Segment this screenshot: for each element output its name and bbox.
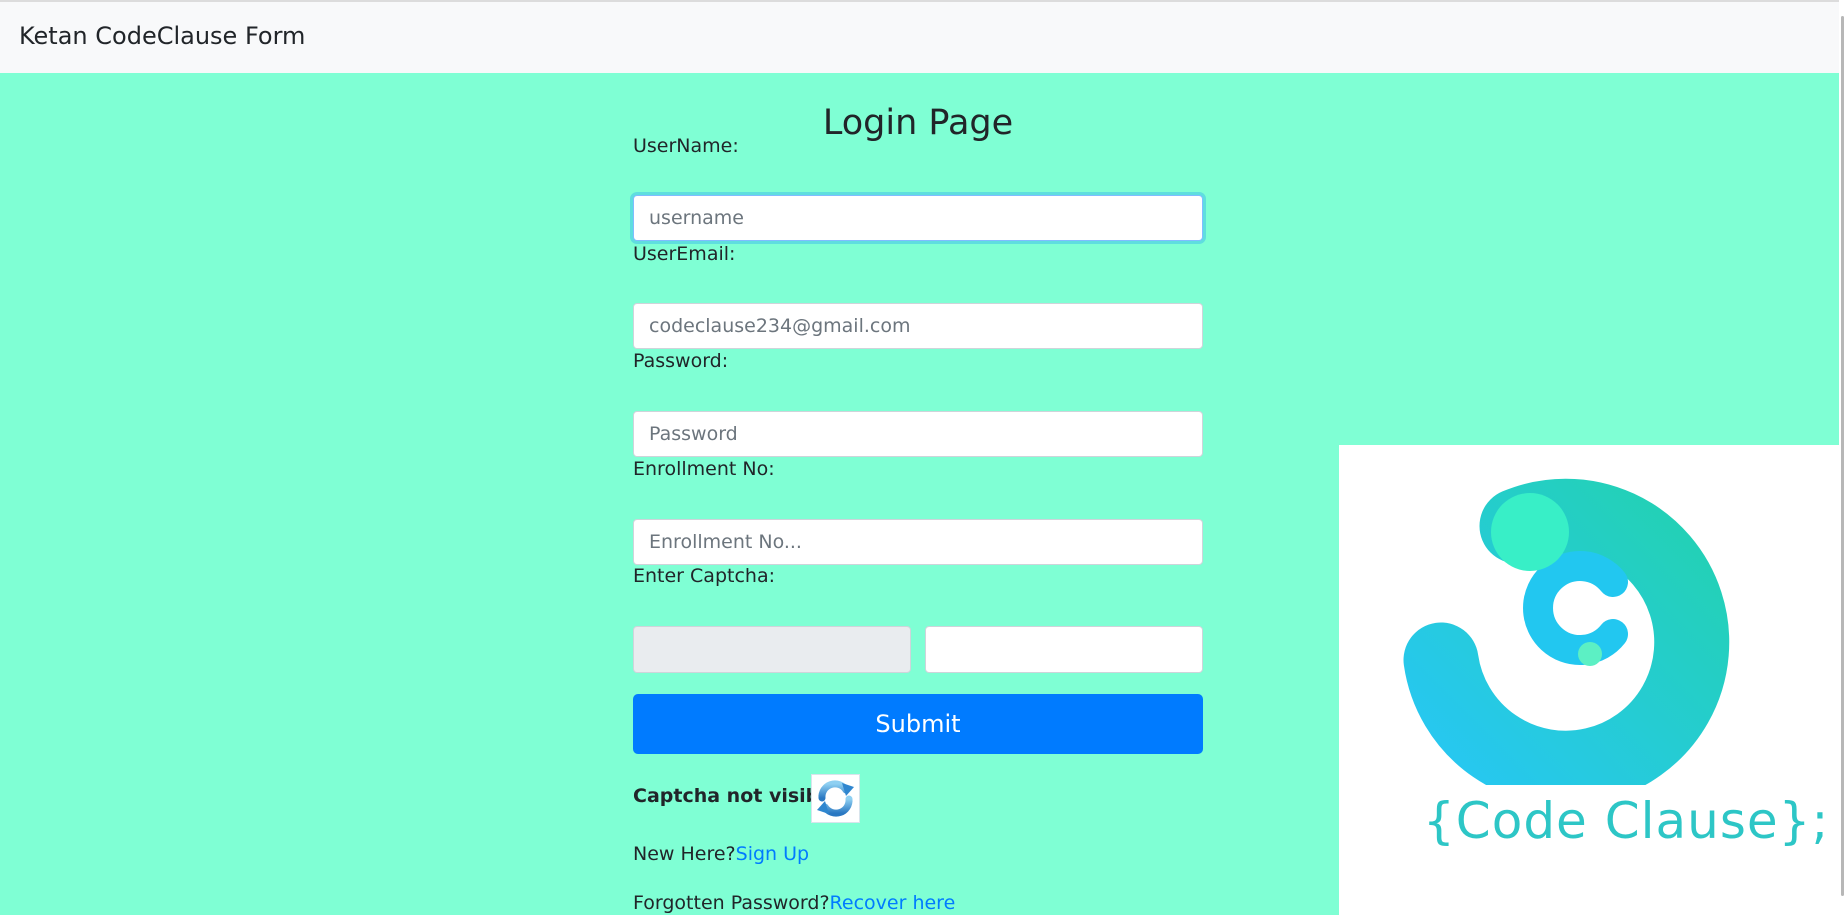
refresh-icon[interactable] — [811, 774, 860, 823]
login-section: Login Page UserName: UserEmail: Password… — [0, 73, 1839, 915]
captcha-display — [633, 626, 911, 673]
password-label: Password: — [633, 350, 729, 372]
scrollbar-thumb[interactable] — [1841, 16, 1844, 896]
email-input[interactable] — [633, 303, 1203, 349]
recover-link[interactable]: Recover here — [830, 892, 956, 914]
recover-prefix: Forgotten Password? — [633, 892, 830, 914]
username-input[interactable] — [633, 195, 1203, 241]
signup-link[interactable]: Sign Up — [736, 843, 809, 865]
navbar-brand[interactable]: Ketan CodeClause Form — [19, 22, 305, 50]
email-label: UserEmail: — [633, 243, 736, 265]
password-input[interactable] — [633, 411, 1203, 457]
captcha-label: Enter Captcha: — [633, 565, 775, 587]
signup-prefix: New Here? — [633, 843, 736, 865]
username-label: UserName: — [633, 135, 739, 157]
signup-line: New Here?Sign Up — [633, 843, 809, 865]
captcha-input[interactable] — [925, 626, 1203, 673]
captcha-not-visible-text: Captcha not visible — [633, 785, 839, 807]
vertical-scrollbar[interactable] — [1839, 0, 1845, 915]
enrollment-label: Enrollment No: — [633, 458, 775, 480]
code-clause-logo: {Code Clause}; — [1339, 445, 1839, 915]
submit-button[interactable]: Submit — [633, 694, 1203, 754]
logo-wordmark: {Code Clause}; — [1423, 792, 1830, 850]
recover-line: Forgotten Password?Recover here — [633, 892, 955, 914]
logo-mark-icon — [1403, 478, 1730, 806]
enrollment-input[interactable] — [633, 519, 1203, 565]
navbar: Ketan CodeClause Form — [0, 2, 1841, 74]
